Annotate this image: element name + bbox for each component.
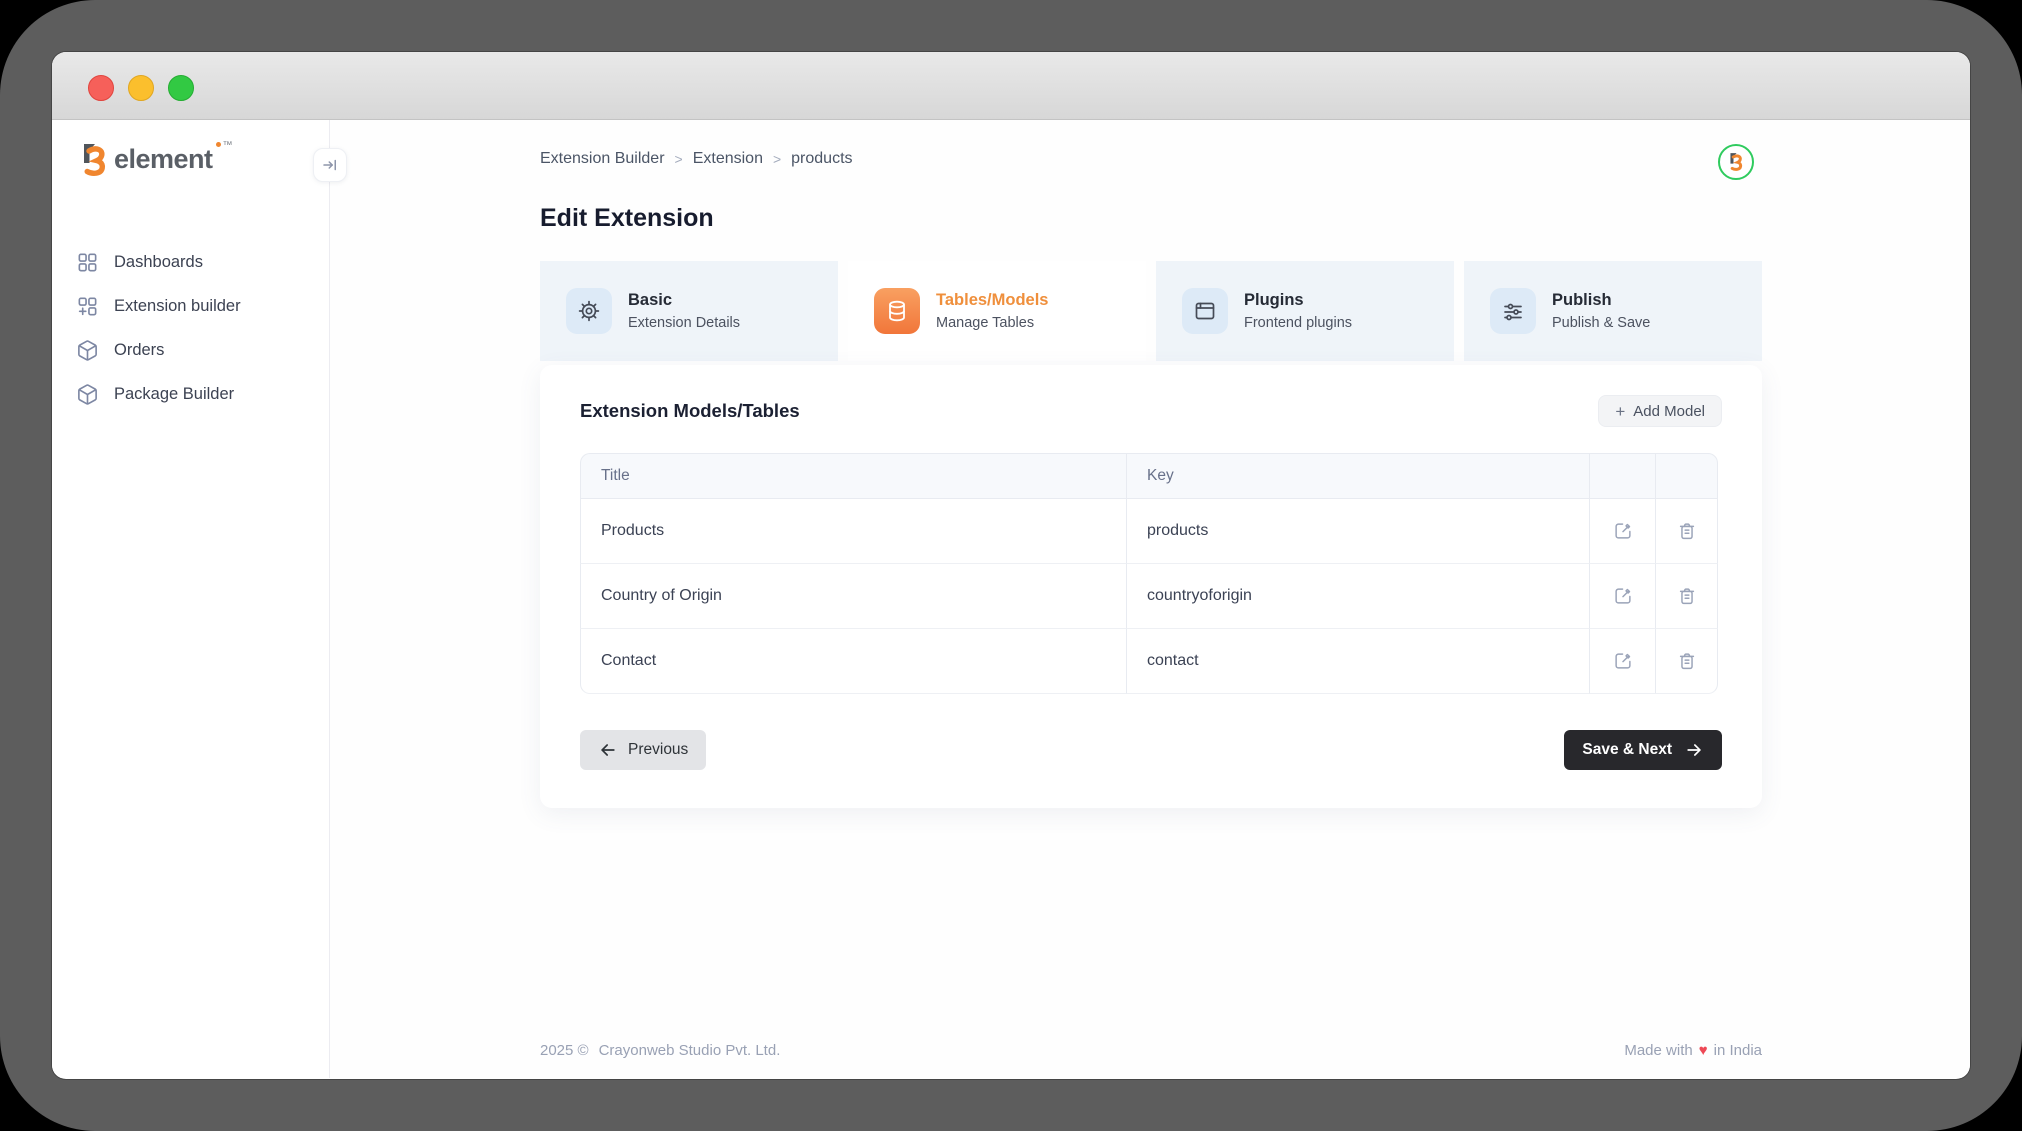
trash-icon: [1679, 523, 1694, 540]
breadcrumb-extension-builder[interactable]: Extension Builder: [540, 150, 665, 168]
heart-icon: ♥: [1698, 1042, 1708, 1059]
logo-dot: [215, 142, 221, 147]
cell-title: Country of Origin: [580, 564, 1126, 629]
wizard-tabs: Basic Extension Details Tables/Models Ma…: [540, 261, 1762, 361]
sidebar-nav: Dashboards Extension builder Orders Pack…: [76, 240, 329, 416]
cell-key: countryoforigin: [1126, 564, 1589, 629]
sidebar-item-label: Package Builder: [114, 384, 235, 403]
sidebar: element ™ Dashboards Extension builder O…: [52, 120, 330, 1078]
delete-row-button[interactable]: [1656, 564, 1717, 628]
column-header-key: Key: [1126, 453, 1589, 499]
edit-row-button[interactable]: [1590, 499, 1655, 563]
tab-subtitle: Publish & Save: [1552, 315, 1651, 331]
sidebar-item-label: Orders: [114, 340, 165, 359]
table-row: Products products: [580, 499, 1718, 564]
table-row: Country of Origin countryoforigin: [580, 564, 1718, 629]
column-header-edit: [1589, 453, 1655, 499]
company-name: Crayonweb Studio Pvt. Ltd.: [598, 1042, 781, 1059]
save-next-button[interactable]: Save & Next: [1564, 730, 1722, 770]
window-controls: [88, 75, 194, 101]
tab-plugins[interactable]: Plugins Frontend plugins: [1156, 261, 1454, 361]
gear-icon: [578, 300, 600, 322]
tab-tables-models[interactable]: Tables/Models Manage Tables: [848, 261, 1146, 361]
arrow-left-icon: [601, 744, 615, 756]
table-header-row: Title Key: [580, 453, 1718, 499]
sidebar-item-dashboards[interactable]: Dashboards: [76, 240, 329, 284]
sidebar-item-package-builder[interactable]: Package Builder: [76, 372, 329, 416]
trash-icon: [1679, 653, 1694, 670]
maximize-window-button[interactable]: [168, 75, 194, 101]
cell-title: Products: [580, 499, 1126, 564]
column-header-delete: [1655, 453, 1718, 499]
tab-title: Basic: [628, 291, 673, 309]
models-table: Title Key Products products Country of O…: [580, 453, 1718, 694]
models-panel: Extension Models/Tables + Add Model Titl…: [540, 365, 1762, 808]
breadcrumb-extension[interactable]: Extension: [693, 150, 763, 168]
edit-row-button[interactable]: [1590, 564, 1655, 628]
sidebar-item-orders[interactable]: Orders: [76, 328, 329, 372]
breadcrumb-separator: >: [772, 151, 782, 167]
column-header-title: Title: [580, 453, 1126, 499]
tab-title: Tables/Models: [936, 291, 1049, 309]
plus-icon: +: [1615, 401, 1626, 421]
delete-row-button[interactable]: [1656, 499, 1717, 563]
sidebar-item-extension-builder[interactable]: Extension builder: [76, 284, 329, 328]
brand-name: element: [114, 144, 213, 174]
edit-icon: [1614, 523, 1631, 539]
breadcrumb-separator: >: [674, 151, 683, 167]
sidebar-collapse-button[interactable]: [313, 148, 347, 182]
minimize-window-button[interactable]: [128, 75, 154, 101]
previous-button[interactable]: Previous: [580, 730, 707, 770]
cell-key: products: [1126, 499, 1589, 564]
tab-subtitle: Frontend plugins: [1244, 315, 1353, 331]
main-area: Extension Builder > Extension > products…: [330, 120, 1970, 1078]
cell-key: contact: [1126, 629, 1589, 694]
table-row: Contact contact: [580, 629, 1718, 694]
browser-window-icon: [1195, 302, 1215, 320]
tab-subtitle: Extension Details: [628, 315, 741, 331]
previous-label: Previous: [628, 741, 689, 758]
trademark-symbol: ™: [222, 140, 233, 151]
extension-grid-plus-icon: [78, 297, 97, 315]
sidebar-item-label: Dashboards: [114, 252, 203, 271]
breadcrumb: Extension Builder > Extension > products: [540, 150, 1762, 168]
screen-bezel: element ™ Dashboards Extension builder O…: [0, 0, 2022, 1131]
package-box-icon: [78, 383, 97, 405]
add-model-label: Add Model: [1633, 402, 1705, 420]
breadcrumb-products[interactable]: products: [791, 150, 852, 168]
save-next-label: Save & Next: [1582, 741, 1672, 758]
panel-heading: Extension Models/Tables: [580, 400, 800, 421]
dashboard-grid-icon: [78, 253, 97, 271]
brand-logo-icon: [1730, 153, 1743, 171]
copyright-text: 2025 ©: [540, 1042, 589, 1059]
brand-logo-icon: [84, 144, 105, 176]
delete-row-button[interactable]: [1656, 629, 1717, 693]
brand-logo: element ™: [76, 140, 329, 178]
page-title: Edit Extension: [540, 204, 714, 232]
window-titlebar: [52, 52, 1970, 120]
tab-publish[interactable]: Publish Publish & Save: [1464, 261, 1762, 361]
close-window-button[interactable]: [88, 75, 114, 101]
tab-title: Plugins: [1244, 291, 1304, 309]
page-footer: 2025 © Crayonweb Studio Pvt. Ltd. Made w…: [540, 1042, 1762, 1059]
tab-basic[interactable]: Basic Extension Details: [540, 261, 838, 361]
location-text: in India: [1713, 1042, 1762, 1059]
user-avatar[interactable]: [1718, 144, 1754, 180]
trash-icon: [1679, 588, 1694, 605]
package-box-icon: [78, 339, 97, 361]
tab-subtitle: Manage Tables: [936, 315, 1035, 331]
app-window: element ™ Dashboards Extension builder O…: [52, 52, 1970, 1079]
sliders-icon: [1504, 303, 1522, 321]
sidebar-item-label: Extension builder: [114, 296, 241, 315]
add-model-button[interactable]: + Add Model: [1598, 395, 1722, 427]
edit-row-button[interactable]: [1590, 629, 1655, 693]
edit-icon: [1614, 653, 1631, 669]
edit-icon: [1614, 588, 1631, 604]
arrow-right-icon: [1687, 744, 1701, 756]
cell-title: Contact: [580, 629, 1126, 694]
arrow-to-bar-icon: [323, 159, 336, 171]
tab-title: Publish: [1552, 291, 1612, 309]
made-with-text: Made with: [1624, 1042, 1693, 1059]
database-icon: [889, 300, 905, 322]
